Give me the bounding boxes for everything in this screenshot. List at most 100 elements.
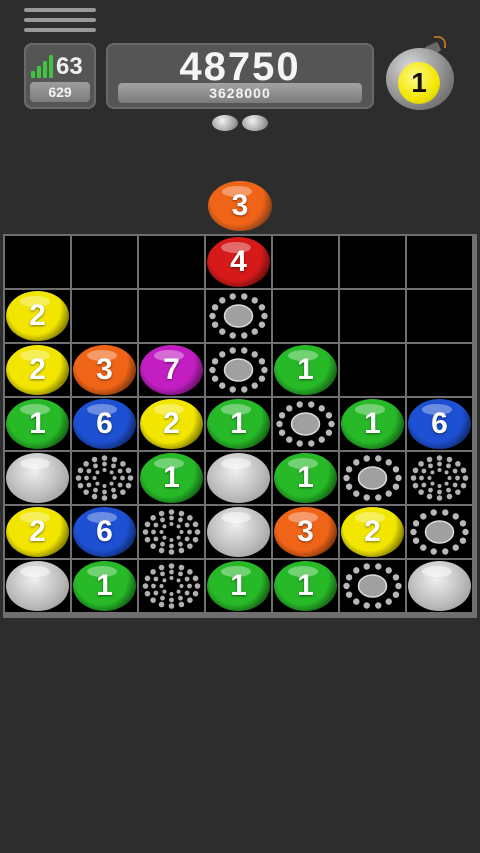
cracked-ball-icon bbox=[276, 401, 335, 447]
board-cell[interactable] bbox=[273, 236, 338, 288]
ball-green: 1 bbox=[274, 345, 337, 395]
next-ball: 3 bbox=[208, 181, 272, 231]
board-cell[interactable] bbox=[340, 290, 405, 342]
board-cell[interactable] bbox=[5, 236, 70, 288]
cracked-ball-icon bbox=[209, 293, 268, 339]
board-cell[interactable] bbox=[273, 290, 338, 342]
board-cell[interactable]: 1 bbox=[72, 560, 137, 612]
ball-yellow: 2 bbox=[6, 507, 69, 557]
ball-green: 1 bbox=[6, 399, 69, 449]
ball-green: 1 bbox=[73, 561, 136, 611]
board-cell[interactable] bbox=[72, 236, 137, 288]
board-cell[interactable] bbox=[5, 560, 70, 612]
cracked-ball-icon bbox=[343, 455, 402, 501]
board-cell[interactable]: 2 bbox=[5, 290, 70, 342]
gray-ball bbox=[207, 507, 270, 557]
ball-purple: 7 bbox=[140, 345, 203, 395]
page-indicator bbox=[212, 115, 272, 136]
ball-green: 1 bbox=[140, 453, 203, 503]
board-cell[interactable]: 3 bbox=[72, 344, 137, 396]
board-cell[interactable]: 3 bbox=[273, 506, 338, 558]
ball-yellow: 2 bbox=[140, 399, 203, 449]
gray-ball bbox=[207, 453, 270, 503]
ball-green: 1 bbox=[274, 561, 337, 611]
board-cell[interactable]: 6 bbox=[72, 506, 137, 558]
board-cell[interactable] bbox=[72, 290, 137, 342]
board-cell[interactable] bbox=[407, 236, 472, 288]
board-cell[interactable] bbox=[340, 452, 405, 504]
board-cell[interactable] bbox=[340, 344, 405, 396]
board-cell[interactable]: 1 bbox=[273, 344, 338, 396]
ball-yellow: 2 bbox=[341, 507, 404, 557]
ball-green: 1 bbox=[274, 453, 337, 503]
cracked-ball-icon bbox=[410, 509, 469, 555]
board-cell[interactable] bbox=[340, 236, 405, 288]
board-cell[interactable]: 1 bbox=[206, 560, 271, 612]
next-ball-value: 3 bbox=[208, 181, 272, 231]
gray-ball bbox=[408, 561, 471, 611]
board-cell[interactable]: 2 bbox=[139, 398, 204, 450]
board-cell[interactable]: 1 bbox=[273, 452, 338, 504]
game-board[interactable]: 422371162116112632111 bbox=[3, 234, 477, 618]
board-cell[interactable] bbox=[206, 452, 271, 504]
board-cell[interactable]: 1 bbox=[273, 560, 338, 612]
ball-yellow: 2 bbox=[6, 291, 69, 341]
board-cell[interactable] bbox=[139, 236, 204, 288]
board-cell[interactable]: 6 bbox=[407, 398, 472, 450]
page-dot bbox=[212, 115, 238, 131]
board-cell[interactable]: 4 bbox=[206, 236, 271, 288]
cracked-ball-icon bbox=[343, 563, 402, 609]
board-cell[interactable]: 6 bbox=[72, 398, 137, 450]
board-cell[interactable]: 1 bbox=[5, 398, 70, 450]
board-cell[interactable] bbox=[273, 398, 338, 450]
ball-blue: 6 bbox=[408, 399, 471, 449]
board-cell[interactable]: 7 bbox=[139, 344, 204, 396]
board-cell[interactable] bbox=[407, 452, 472, 504]
board-cell[interactable] bbox=[206, 344, 271, 396]
board-cell[interactable]: 1 bbox=[206, 398, 271, 450]
bomb-button[interactable]: 1 bbox=[384, 36, 456, 112]
score-panel: 48750 3628000 bbox=[106, 43, 374, 109]
board-cell[interactable]: 1 bbox=[139, 452, 204, 504]
ball-red: 4 bbox=[207, 237, 270, 287]
level-sub-value: 629 bbox=[30, 82, 90, 102]
ball-green: 1 bbox=[207, 561, 270, 611]
board-cell[interactable]: 1 bbox=[340, 398, 405, 450]
board-cell[interactable] bbox=[407, 560, 472, 612]
board-cell[interactable] bbox=[139, 290, 204, 342]
ball-green: 1 bbox=[207, 399, 270, 449]
board-cell[interactable] bbox=[5, 452, 70, 504]
scattered-ball-icon bbox=[142, 509, 201, 555]
level-panel: 63 629 bbox=[24, 43, 96, 109]
board-cell[interactable] bbox=[407, 506, 472, 558]
scattered-ball-icon bbox=[142, 563, 201, 609]
board-cell[interactable] bbox=[72, 452, 137, 504]
target-score: 3628000 bbox=[118, 83, 362, 103]
menu-button[interactable] bbox=[24, 8, 96, 36]
ball-orange: 3 bbox=[274, 507, 337, 557]
ball-green: 1 bbox=[341, 399, 404, 449]
board-cell[interactable]: 2 bbox=[5, 506, 70, 558]
cracked-ball-icon bbox=[209, 347, 268, 393]
menu-icon bbox=[24, 8, 96, 12]
board-cell[interactable] bbox=[340, 560, 405, 612]
board-cell[interactable]: 2 bbox=[5, 344, 70, 396]
ball-blue: 6 bbox=[73, 507, 136, 557]
gray-ball bbox=[6, 561, 69, 611]
board-cell[interactable] bbox=[407, 344, 472, 396]
board-cell[interactable] bbox=[206, 290, 271, 342]
board-cell[interactable] bbox=[407, 290, 472, 342]
gray-ball bbox=[6, 453, 69, 503]
level-number: 63 bbox=[56, 53, 83, 80]
page-dot bbox=[242, 115, 268, 131]
ball-orange: 3 bbox=[73, 345, 136, 395]
scattered-ball-icon bbox=[410, 455, 469, 501]
board-cell[interactable]: 2 bbox=[340, 506, 405, 558]
bomb-count: 1 bbox=[398, 62, 440, 104]
scattered-ball-icon bbox=[75, 455, 134, 501]
board-cell[interactable] bbox=[139, 560, 204, 612]
signal-bars-icon bbox=[31, 55, 53, 78]
board-cell[interactable] bbox=[139, 506, 204, 558]
ball-blue: 6 bbox=[73, 399, 136, 449]
board-cell[interactable] bbox=[206, 506, 271, 558]
